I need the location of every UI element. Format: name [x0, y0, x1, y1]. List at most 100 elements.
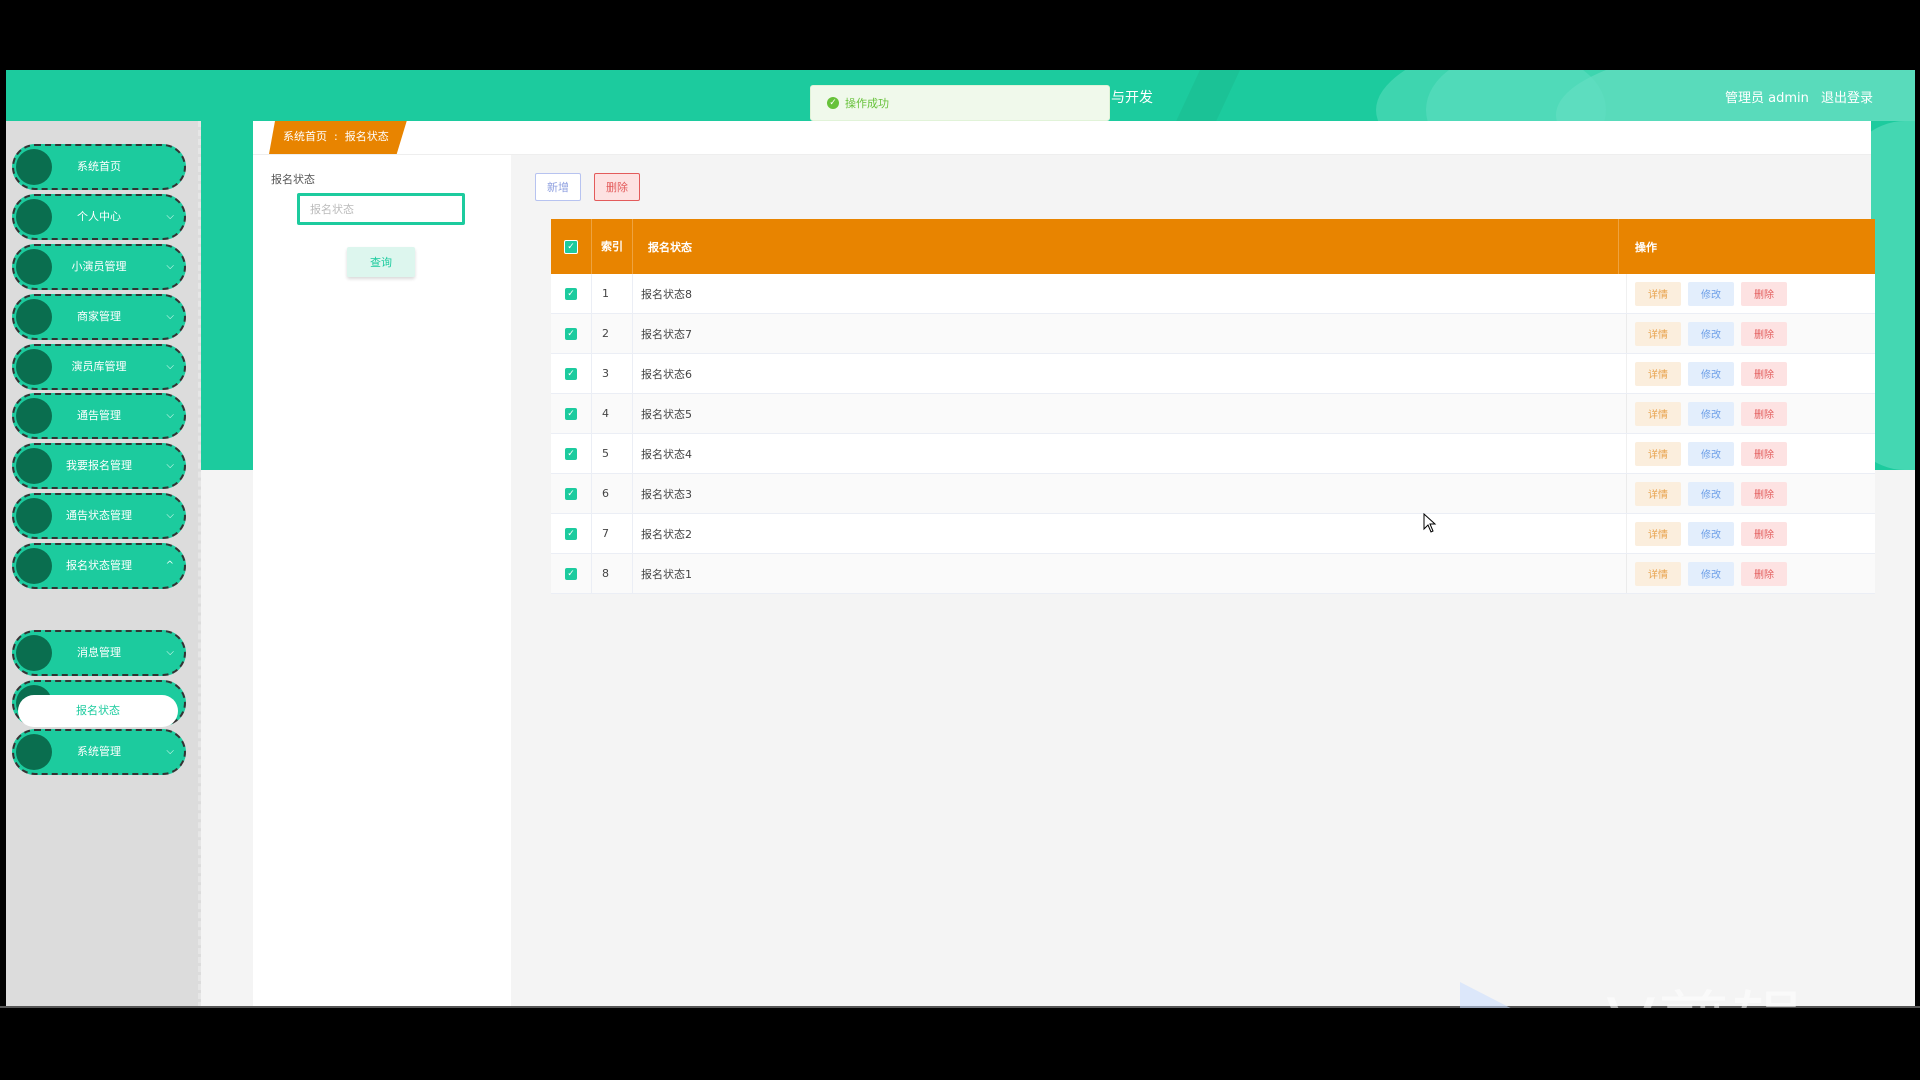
detail-button[interactable]: 详情 — [1635, 441, 1681, 466]
sidebar-item-5[interactable]: 通告管理 ⌵ — [12, 393, 186, 439]
sidebar-item-7[interactable]: 通告状态管理 ⌵ — [12, 493, 186, 539]
row-name: 报名状态6 — [633, 354, 1627, 393]
sidebar-item-label: 我要报名管理 — [66, 459, 132, 472]
table-row: ✓ 8 报名状态1 详情 修改 删除 — [551, 554, 1875, 594]
chevron-icon: ⌵ — [166, 211, 174, 222]
table-row: ✓ 5 报名状态4 详情 修改 删除 — [551, 434, 1875, 474]
row-checkbox[interactable]: ✓ — [565, 367, 577, 380]
header-name: 报名状态 — [633, 219, 1619, 274]
detail-button[interactable]: 详情 — [1635, 481, 1681, 506]
row-checkbox[interactable]: ✓ — [565, 527, 577, 540]
sidebar-item-0[interactable]: 系统首页 — [12, 144, 186, 190]
success-toast: ✓ 操作成功 — [810, 85, 1110, 121]
sidebar-item-8[interactable]: 报名状态管理 ^ — [12, 543, 186, 589]
row-name: 报名状态8 — [633, 274, 1627, 313]
edit-button[interactable]: 修改 — [1688, 401, 1734, 426]
detail-button[interactable]: 详情 — [1635, 361, 1681, 386]
chevron-icon: ^ — [165, 560, 174, 571]
delete-button[interactable]: 删除 — [1741, 441, 1787, 466]
mouse-cursor-icon — [1423, 513, 1437, 533]
row-checkbox[interactable]: ✓ — [565, 287, 577, 300]
detail-button[interactable]: 详情 — [1635, 281, 1681, 306]
delete-button[interactable]: 删除 — [1741, 521, 1787, 546]
sidebar-subitem-active[interactable]: 报名状态 — [18, 695, 178, 727]
breadcrumb-bar: 系统首页: 报名状态 — [253, 121, 1871, 155]
search-button[interactable]: 查询 — [347, 247, 415, 277]
delete-button[interactable]: 删除 — [1741, 561, 1787, 586]
sidebar-item-label: 演员库管理 — [71, 360, 127, 373]
breadcrumb-home[interactable]: 系统首页 — [283, 130, 327, 143]
edit-button[interactable]: 修改 — [1688, 361, 1734, 386]
delete-button[interactable]: 删除 — [1741, 321, 1787, 346]
chevron-icon: ⌵ — [166, 311, 174, 322]
row-name: 报名状态4 — [633, 434, 1627, 473]
row-name: 报名状态2 — [633, 514, 1627, 553]
table-row: ✓ 6 报名状态3 详情 修改 删除 — [551, 474, 1875, 514]
sidebar-item-3[interactable]: 商家管理 ⌵ — [12, 294, 186, 340]
row-index: 5 — [592, 434, 633, 473]
header-ops: 操作 — [1635, 240, 1657, 254]
header-index: 索引 — [592, 219, 633, 274]
delete-button[interactable]: 删除 — [1741, 401, 1787, 426]
sidebar-item-9[interactable]: 消息管理 ⌵ — [12, 630, 186, 676]
table-row: ✓ 1 报名状态8 详情 修改 删除 — [551, 274, 1875, 314]
row-checkbox[interactable]: ✓ — [565, 487, 577, 500]
row-index: 3 — [592, 354, 633, 393]
detail-button[interactable]: 详情 — [1635, 321, 1681, 346]
success-check-icon: ✓ — [827, 97, 839, 109]
row-checkbox[interactable]: ✓ — [565, 407, 577, 420]
edit-button[interactable]: 修改 — [1688, 441, 1734, 466]
logout-link[interactable]: 退出登录 — [1821, 91, 1873, 106]
sidebar-item-1[interactable]: 个人中心 ⌵ — [12, 194, 186, 240]
detail-button[interactable]: 详情 — [1635, 521, 1681, 546]
edit-button[interactable]: 修改 — [1688, 521, 1734, 546]
sidebar-item-11[interactable]: 系统管理 ⌵ — [12, 729, 186, 775]
row-checkbox[interactable]: ✓ — [565, 447, 577, 460]
edit-button[interactable]: 修改 — [1688, 281, 1734, 306]
sidebar-item-2[interactable]: 小演员管理 ⌵ — [12, 244, 186, 290]
user-label[interactable]: 管理员 admin — [1725, 91, 1809, 106]
chevron-icon: ⌵ — [166, 647, 174, 658]
breadcrumb-current: 报名状态 — [344, 130, 389, 143]
app-window: 与开发 管理员 admin 退出登录 ✓ 操作成功 系统首页 个人中心 ⌵ 小演员管理… — [6, 70, 1915, 1008]
sidebar-item-label: 通告管理 — [77, 409, 121, 422]
search-input[interactable] — [297, 193, 465, 225]
delete-button[interactable]: 删除 — [1741, 361, 1787, 386]
add-button[interactable]: 新增 — [535, 173, 581, 201]
detail-button[interactable]: 详情 — [1635, 401, 1681, 426]
row-index: 8 — [592, 554, 633, 593]
delete-button[interactable]: 删除 — [1741, 281, 1787, 306]
watermark: eV剪辑 — [1460, 978, 1820, 1008]
row-checkbox[interactable]: ✓ — [565, 567, 577, 580]
sidebar-item-4[interactable]: 演员库管理 ⌵ — [12, 344, 186, 390]
sidebar-item-6[interactable]: 我要报名管理 ⌵ — [12, 443, 186, 489]
breadcrumb-separator: : — [334, 130, 338, 143]
chevron-icon: ⌵ — [166, 361, 174, 372]
edit-button[interactable]: 修改 — [1688, 481, 1734, 506]
sidebar-item-label: 消息管理 — [77, 646, 121, 659]
data-table: ✓ 索引 报名状态 操作 ✓ 1 报名状态8 详情 修改 删除 ✓ 2 报名状态7 详情 修改 删除 ✓… — [551, 219, 1875, 594]
sidebar-item-label: 系统管理 — [77, 745, 121, 758]
bulk-delete-button[interactable]: 删除 — [594, 173, 640, 201]
chevron-icon: ⌵ — [166, 261, 174, 272]
breadcrumb: 系统首页: 报名状态 — [269, 121, 407, 154]
row-name: 报名状态7 — [633, 314, 1627, 353]
edit-button[interactable]: 修改 — [1688, 561, 1734, 586]
row-index: 7 — [592, 514, 633, 553]
sidebar-item-label: 报名状态管理 — [66, 559, 132, 572]
select-all-checkbox[interactable]: ✓ — [564, 239, 578, 254]
edit-button[interactable]: 修改 — [1688, 321, 1734, 346]
sidebar-item-label: 系统首页 — [77, 160, 121, 173]
table-row: ✓ 4 报名状态5 详情 修改 删除 — [551, 394, 1875, 434]
row-index: 2 — [592, 314, 633, 353]
sidebar-item-label: 小演员管理 — [71, 260, 127, 273]
detail-button[interactable]: 详情 — [1635, 561, 1681, 586]
sidebar-item-label: 个人中心 — [77, 210, 121, 223]
table-row: ✓ 7 报名状态2 详情 修改 删除 — [551, 514, 1875, 554]
row-checkbox[interactable]: ✓ — [565, 327, 577, 340]
search-label: 报名状态 — [271, 173, 315, 186]
row-name: 报名状态3 — [633, 474, 1627, 513]
table-body: ✓ 1 报名状态8 详情 修改 删除 ✓ 2 报名状态7 详情 修改 删除 ✓ 3 报名状态6 详情 修改 删除 ✓… — [551, 274, 1875, 594]
chevron-icon: ⌵ — [166, 510, 174, 521]
delete-button[interactable]: 删除 — [1741, 481, 1787, 506]
